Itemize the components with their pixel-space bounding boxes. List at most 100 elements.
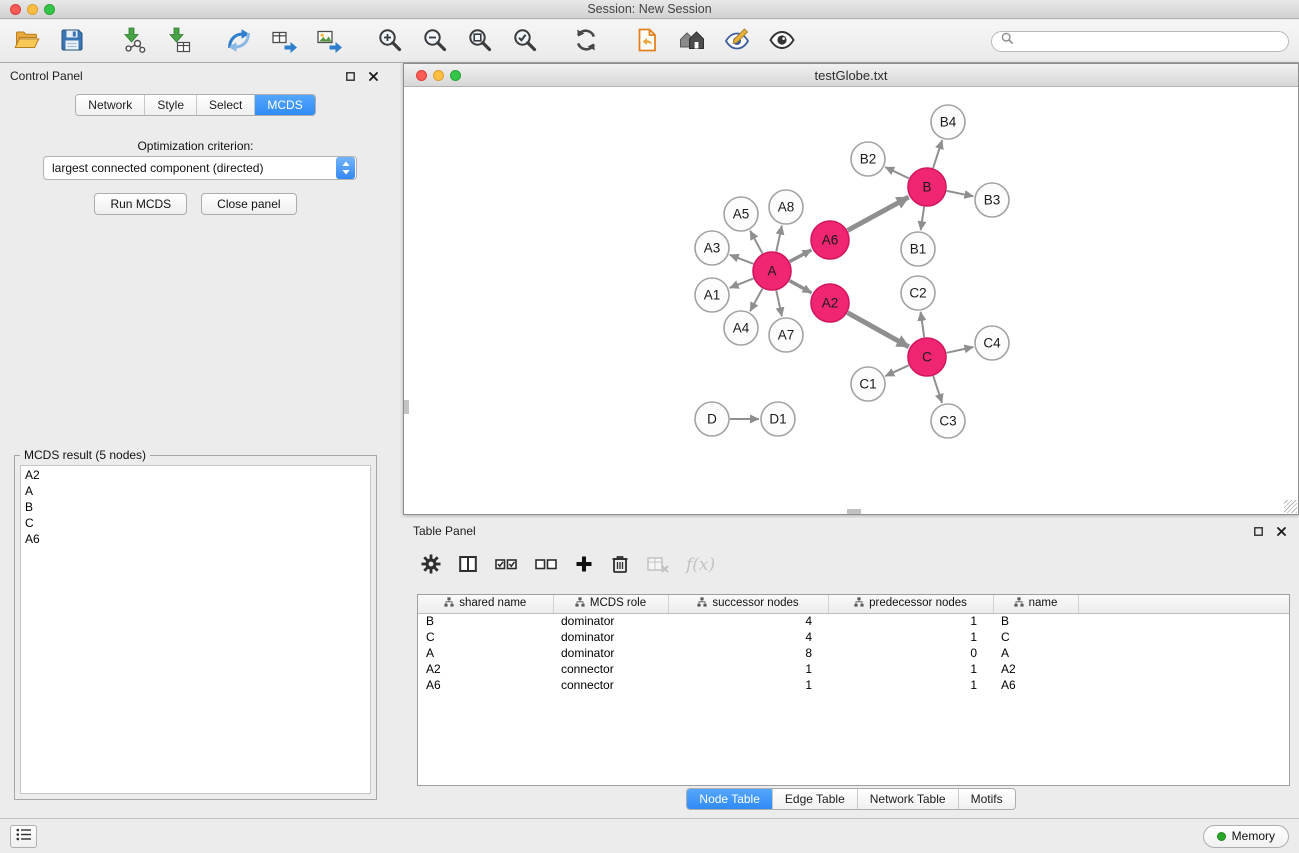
window-titlebar[interactable]: Session: New Session [0, 0, 1299, 19]
graph-node-B3[interactable]: B3 [975, 183, 1009, 217]
table-cell[interactable]: A6 [993, 677, 1078, 693]
graph-edge-A-A5[interactable] [750, 231, 762, 254]
graph-node-C1[interactable]: C1 [851, 367, 885, 401]
mcds-result-list[interactable]: A2ABCA6 [20, 465, 371, 794]
graph-edge-A-A6[interactable] [790, 250, 812, 262]
export-network-button[interactable] [222, 24, 256, 58]
table-row[interactable]: A6connector11A6 [418, 677, 1289, 693]
table-tab-motifs[interactable]: Motifs [958, 789, 1015, 809]
close-panel-button[interactable]: Close panel [201, 193, 296, 215]
graph-node-C3[interactable]: C3 [931, 404, 965, 438]
network-view[interactable]: B4B2BB3A5A8A6A3B1AC2A1A2A4A7C4CC1C3DD1 [404, 88, 1298, 514]
table-row[interactable]: Cdominator41C [418, 629, 1289, 645]
graph-edge-B-B4[interactable] [933, 140, 942, 168]
table-options-button[interactable] [421, 554, 441, 577]
close-window-button[interactable] [10, 4, 21, 15]
graph-node-A4[interactable]: A4 [724, 311, 758, 345]
table-cell[interactable]: C [418, 629, 553, 645]
zoom-in-button[interactable] [373, 24, 407, 58]
mcds-result-item[interactable]: A2 [21, 468, 370, 484]
float-panel-icon[interactable] [342, 68, 358, 84]
graph-node-A1[interactable]: A1 [695, 278, 729, 312]
task-history-button[interactable] [10, 825, 37, 848]
control-tab-select[interactable]: Select [196, 95, 254, 115]
close-network-window-button[interactable] [416, 70, 427, 81]
graph-node-A[interactable]: A [753, 252, 791, 290]
table-tab-node-table[interactable]: Node Table [687, 789, 772, 809]
zoom-out-button[interactable] [418, 24, 452, 58]
vertical-scroll-thumb[interactable] [404, 400, 409, 414]
graph-edge-B-B2[interactable] [885, 167, 909, 178]
table-cell[interactable]: dominator [553, 629, 668, 645]
delete-column-button[interactable] [610, 554, 630, 577]
graph-node-D1[interactable]: D1 [761, 402, 795, 436]
graph-node-B[interactable]: B [908, 168, 946, 206]
table-cell[interactable]: connector [553, 677, 668, 693]
column-header-successor-nodes[interactable]: successor nodes [668, 595, 828, 613]
table-cell[interactable]: B [993, 613, 1078, 629]
table-cell[interactable]: B [418, 613, 553, 629]
table-cell[interactable]: 0 [828, 645, 993, 661]
control-tab-mcds[interactable]: MCDS [254, 95, 314, 115]
graph-node-B4[interactable]: B4 [931, 105, 965, 139]
optimization-criterion-select[interactable]: largest connected component (directed) [43, 156, 357, 180]
table-row[interactable]: Bdominator41B [418, 613, 1289, 629]
table-cell[interactable]: dominator [553, 613, 668, 629]
graph-edge-B-B1[interactable] [921, 207, 924, 230]
zoom-network-window-button[interactable] [450, 70, 461, 81]
table-cell[interactable]: 4 [668, 629, 828, 645]
graph-node-C[interactable]: C [908, 338, 946, 376]
import-table-button[interactable] [161, 24, 195, 58]
table-cell[interactable]: 1 [668, 677, 828, 693]
graph-edge-C-C1[interactable] [885, 365, 909, 376]
table-row[interactable]: Adominator80A [418, 645, 1289, 661]
graph-edge-A6-B[interactable] [848, 197, 909, 230]
graph-edge-A-A2[interactable] [790, 281, 812, 293]
graph-node-A7[interactable]: A7 [769, 318, 803, 352]
select-all-button[interactable] [495, 554, 518, 577]
open-file-button[interactable] [10, 24, 44, 58]
mcds-result-item[interactable]: A6 [21, 532, 370, 548]
zoom-fit-button[interactable] [463, 24, 497, 58]
column-header-name[interactable]: name [993, 595, 1078, 613]
control-tab-style[interactable]: Style [144, 95, 196, 115]
graph-node-A8[interactable]: A8 [769, 190, 803, 224]
graph-edge-A2-C[interactable] [848, 313, 909, 347]
graph-node-B2[interactable]: B2 [851, 142, 885, 176]
graph-edge-A-A1[interactable] [730, 278, 754, 288]
table-cell[interactable]: A [418, 645, 553, 661]
graph-node-A6[interactable]: A6 [811, 221, 849, 259]
export-table-button[interactable] [267, 24, 301, 58]
horizontal-scroll-thumb[interactable] [847, 509, 861, 514]
table-cell[interactable]: 4 [668, 613, 828, 629]
mcds-result-item[interactable]: B [21, 500, 370, 516]
table-cell[interactable]: A [993, 645, 1078, 661]
table-cell[interactable]: connector [553, 661, 668, 677]
graph-edge-A-A3[interactable] [730, 255, 754, 264]
close-panel-icon[interactable] [365, 68, 381, 84]
create-column-button[interactable] [575, 555, 593, 576]
network-overview-button[interactable] [675, 24, 709, 58]
open-session-button[interactable] [630, 24, 664, 58]
run-mcds-button[interactable]: Run MCDS [94, 193, 187, 215]
network-canvas[interactable]: B4B2BB3A5A8A6A3B1AC2A1A2A4A7C4CC1C3DD1 [404, 88, 1298, 514]
column-header-shared-name[interactable]: shared name [418, 595, 553, 613]
table-cell[interactable]: 1 [668, 661, 828, 677]
table-cell[interactable]: 8 [668, 645, 828, 661]
graph-edge-C-C3[interactable] [933, 376, 942, 403]
table-cell[interactable]: 1 [828, 613, 993, 629]
memory-button[interactable]: Memory [1203, 825, 1289, 848]
graph-node-C2[interactable]: C2 [901, 276, 935, 310]
table-cell[interactable]: A6 [418, 677, 553, 693]
graph-edge-C-C4[interactable] [947, 347, 974, 353]
graph-node-D[interactable]: D [695, 402, 729, 436]
graph-edge-A-A7[interactable] [776, 291, 782, 317]
search-input[interactable] [1019, 34, 1279, 48]
column-header-predecessor-nodes[interactable]: predecessor nodes [828, 595, 993, 613]
table-cell[interactable]: 1 [828, 661, 993, 677]
toggle-graphics-details-button[interactable] [720, 24, 754, 58]
mcds-result-item[interactable]: C [21, 516, 370, 532]
graph-node-C4[interactable]: C4 [975, 326, 1009, 360]
table-cell[interactable]: 1 [828, 677, 993, 693]
graph-node-B1[interactable]: B1 [901, 232, 935, 266]
